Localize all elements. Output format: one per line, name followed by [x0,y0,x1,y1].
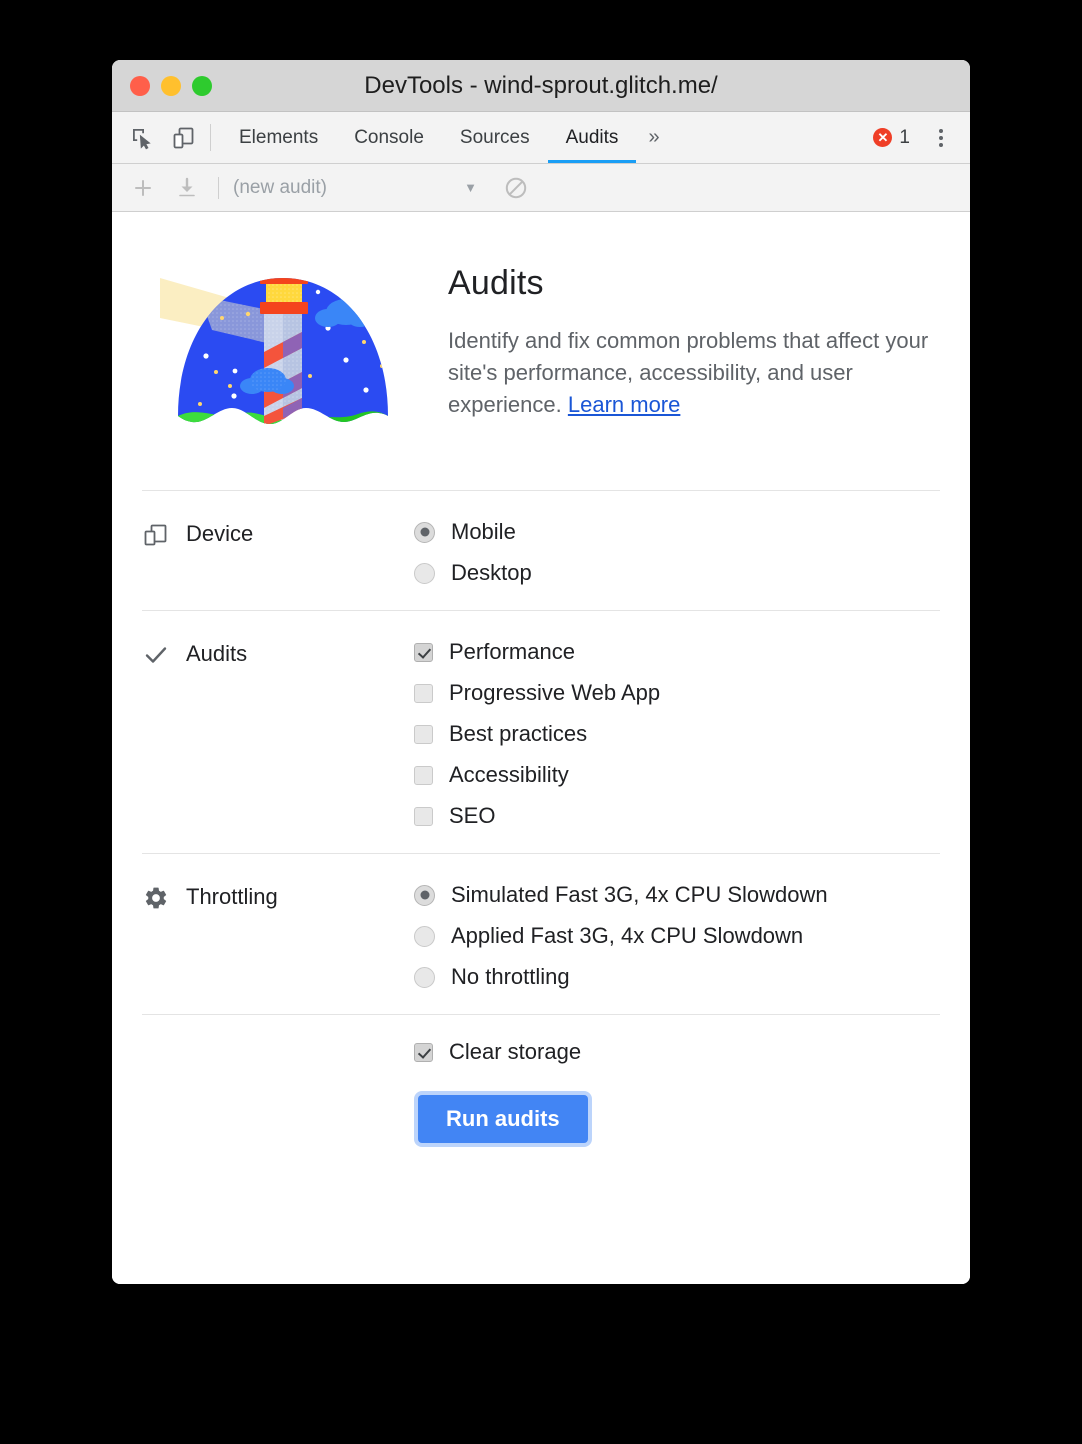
run-audits-button[interactable]: Run audits [418,1095,588,1143]
throttling-options: Simulated Fast 3G, 4x CPU Slowdown Appli… [414,882,828,988]
tab-audits[interactable]: Audits [547,112,637,163]
audits-footer: Clear storage Run audits [112,1015,970,1147]
tab-audits-label: Audits [565,126,619,148]
lighthouse-illustration [160,256,406,446]
tab-sources[interactable]: Sources [442,112,548,163]
error-badge[interactable]: ✕ 1 [873,127,910,149]
checkbox-performance[interactable]: Performance [414,641,660,663]
checkbox-performance-label: Performance [449,639,575,664]
checkbox-seo-indicator[interactable] [414,806,433,826]
tab-elements[interactable]: Elements [221,112,336,163]
audits-panel: Audits Identify and fix common problems … [112,212,970,1284]
device-options: Mobile Desktop [414,519,532,584]
error-count: 1 [899,126,910,148]
tab-console-label: Console [354,126,424,148]
radio-no-throttling[interactable]: No throttling [414,966,828,988]
section-throttling-label: Throttling [142,882,414,988]
kebab-menu-icon[interactable] [926,123,956,153]
tabbar-tools [112,112,198,163]
tab-elements-label: Elements [239,126,319,148]
more-tabs-icon[interactable]: » [636,112,671,163]
radio-desktop[interactable]: Desktop [414,562,532,584]
radio-simulated-throttling-label: Simulated Fast 3G, 4x CPU Slowdown [451,882,828,907]
window-titlebar: DevTools - wind-sprout.glitch.me/ [112,60,970,112]
section-device-label: Device [142,519,414,584]
device-label: Device [186,521,254,546]
section-audits-label: Audits [142,639,414,827]
checkbox-best-practices-label: Best practices [449,721,588,746]
tab-sources-label: Sources [459,126,530,148]
checkbox-best-practices-indicator[interactable] [414,724,433,744]
section-audits: Audits Performance Progressive Web App B… [112,611,970,853]
radio-simulated-throttling-indicator[interactable] [414,884,435,906]
checkbox-accessibility-label: Accessibility [449,762,569,787]
more-tabs-label: » [648,126,660,148]
radio-applied-throttling[interactable]: Applied Fast 3G, 4x CPU Slowdown [414,925,828,947]
actionbar-divider [218,176,219,199]
audits-actionbar: (new audit) ▼ [112,164,970,212]
devtools-window: DevTools - wind-sprout.glitch.me/ Elemen… [112,60,970,1284]
checkbox-progressive-web-app-label: Progressive Web App [449,680,661,705]
audits-options: Performance Progressive Web App Best pra… [414,639,660,827]
radio-mobile-label: Mobile [451,519,516,544]
gear-icon [142,884,170,912]
section-device: Device Mobile Desktop [112,491,970,610]
window-title: DevTools - wind-sprout.glitch.me/ [364,71,718,99]
checkbox-progressive-web-app[interactable]: Progressive Web App [414,682,660,704]
radio-no-throttling-indicator[interactable] [414,966,435,988]
tab-list: Elements Console Sources Audits » [221,112,672,163]
checkbox-clear-storage[interactable]: Clear storage [414,1041,581,1063]
kebab-dot [939,128,943,133]
audits-label: Audits [186,641,248,666]
checkbox-clear-storage-indicator[interactable] [414,1042,433,1062]
audits-hero-text: Audits Identify and fix common problems … [448,252,940,421]
checkbox-performance-indicator[interactable] [414,642,433,662]
radio-simulated-throttling[interactable]: Simulated Fast 3G, 4x CPU Slowdown [414,884,828,906]
page-title: Audits [448,264,544,302]
radio-applied-throttling-label: Applied Fast 3G, 4x CPU Slowdown [451,923,804,948]
radio-desktop-indicator[interactable] [414,562,435,584]
devtools-tabbar: Elements Console Sources Audits » ✕ 1 [112,112,970,164]
radio-no-throttling-label: No throttling [451,964,570,989]
audits-description: Identify and fix common problems that af… [448,325,940,421]
checkbox-seo-label: SEO [449,803,496,828]
plus-icon[interactable] [128,173,158,203]
error-circle-icon: ✕ [873,128,893,147]
run-audits-focus-ring: Run audits [414,1091,592,1147]
kebab-dot [939,135,943,140]
device-icon [142,521,170,549]
device-toggle-icon[interactable] [170,124,198,152]
learn-more-link[interactable]: Learn more [568,392,681,417]
checkbox-best-practices[interactable]: Best practices [414,723,660,745]
radio-mobile-indicator[interactable] [414,521,435,543]
no-entry-icon[interactable] [501,173,531,203]
kebab-dot [939,142,943,147]
tab-console[interactable]: Console [336,112,442,163]
checkbox-accessibility-indicator[interactable] [414,765,433,785]
audit-select-value: (new audit) [233,176,327,198]
checkbox-progressive-web-app-indicator[interactable] [414,683,433,703]
radio-mobile[interactable]: Mobile [414,521,532,543]
checkbox-accessibility[interactable]: Accessibility [414,764,660,786]
checkbox-seo[interactable]: SEO [414,805,660,827]
inspect-cursor-icon[interactable] [128,124,156,152]
download-icon[interactable] [172,173,202,203]
radio-desktop-label: Desktop [451,560,532,585]
checkmark-icon [142,641,170,669]
throttling-label: Throttling [186,884,278,909]
section-throttling: Throttling Simulated Fast 3G, 4x CPU Slo… [112,854,970,1014]
audits-description-text: Identify and fix common problems that af… [448,328,929,417]
tabbar-right-group: ✕ 1 [873,112,970,163]
checkbox-clear-storage-label: Clear storage [449,1039,582,1064]
chevron-down-icon: ▼ [464,180,477,195]
radio-applied-throttling-indicator[interactable] [414,925,435,947]
audits-hero: Audits Identify and fix common problems … [112,212,970,490]
tabbar-divider [210,124,211,151]
audit-select[interactable]: (new audit) ▼ [233,177,483,199]
